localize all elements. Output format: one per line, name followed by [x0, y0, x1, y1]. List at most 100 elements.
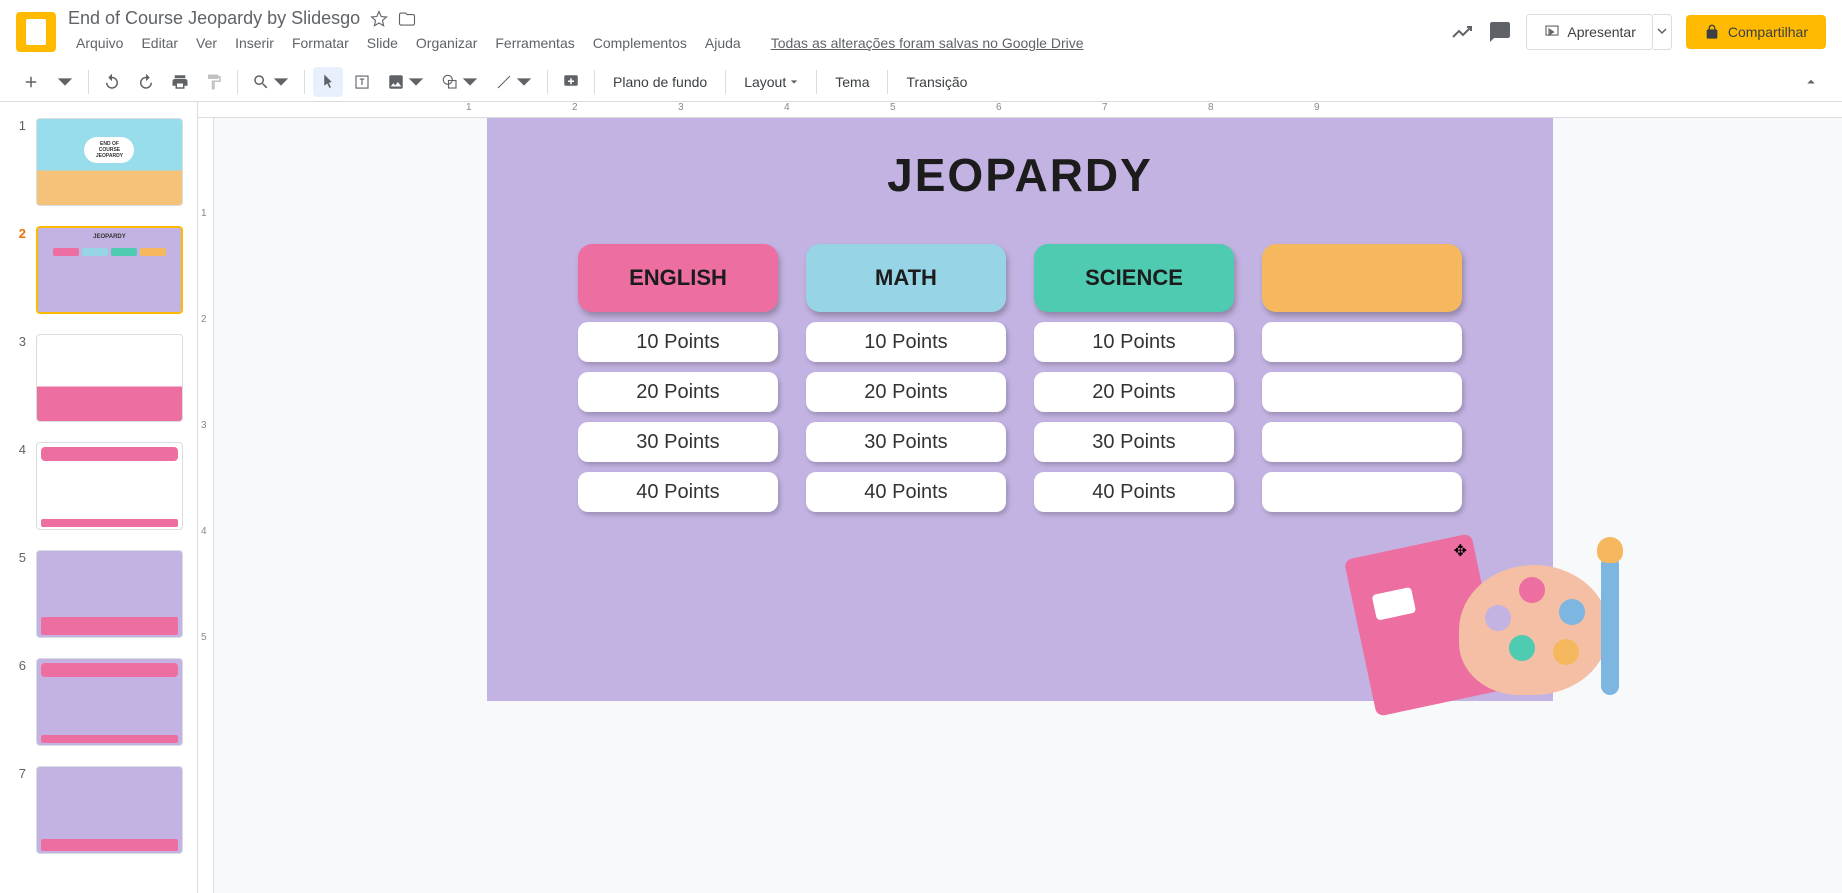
point-cell[interactable]: 30 Points — [578, 422, 778, 462]
point-cell[interactable]: 40 Points — [806, 472, 1006, 512]
point-cell[interactable]: 10 Points — [1034, 322, 1234, 362]
point-cell[interactable] — [1262, 372, 1462, 412]
ruler-tick: 3 — [201, 420, 207, 431]
menu-organizar[interactable]: Organizar — [408, 31, 485, 55]
ruler-horizontal[interactable]: 1 2 3 4 5 6 7 8 9 — [198, 102, 1842, 118]
point-cell[interactable] — [1262, 322, 1462, 362]
undo-button[interactable] — [97, 67, 127, 97]
thumbnail[interactable]: JEOPARDY — [36, 226, 183, 314]
new-slide-dropdown[interactable] — [50, 67, 80, 97]
point-cell[interactable]: 20 Points — [806, 372, 1006, 412]
ruler-tick: 1 — [201, 208, 207, 219]
separator — [237, 70, 238, 94]
thumb-number: 1 — [14, 118, 26, 133]
slide-thumbnails[interactable]: 1END OF COURSE JEOPARDY 2JEOPARDY 3 4 5 … — [0, 102, 198, 893]
point-cell[interactable]: 20 Points — [1034, 372, 1234, 412]
activity-icon[interactable] — [1450, 20, 1474, 44]
new-slide-button[interactable] — [16, 67, 46, 97]
decoration-image[interactable] — [1349, 535, 1609, 735]
category-header[interactable]: MATH — [806, 244, 1006, 312]
point-cell[interactable]: 20 Points — [578, 372, 778, 412]
thumbnail[interactable] — [36, 334, 183, 422]
thumb-row-5[interactable]: 5 — [0, 546, 197, 654]
slide-canvas[interactable]: JEOPARDY ENGLISH 10 Points 20 Points 30 … — [487, 118, 1553, 701]
thumb-row-4[interactable]: 4 — [0, 438, 197, 546]
document-title[interactable]: End of Course Jeopardy by Slidesgo — [68, 8, 360, 29]
transition-button[interactable]: Transição — [896, 68, 977, 96]
separator — [594, 70, 595, 94]
point-cell[interactable]: 40 Points — [1034, 472, 1234, 512]
menu-inserir[interactable]: Inserir — [227, 31, 282, 55]
thumb-row-3[interactable]: 3 — [0, 330, 197, 438]
category-header[interactable]: SCIENCE — [1034, 244, 1234, 312]
point-cell[interactable]: 30 Points — [806, 422, 1006, 462]
menu-ajuda[interactable]: Ajuda — [697, 31, 749, 55]
ruler-tick: 2 — [201, 314, 207, 325]
layout-label: Layout — [744, 74, 786, 90]
slides-logo-icon[interactable] — [16, 12, 56, 52]
menu-editar[interactable]: Editar — [133, 31, 186, 55]
menu-complementos[interactable]: Complementos — [585, 31, 695, 55]
thumbnail[interactable] — [36, 442, 183, 530]
star-icon[interactable] — [370, 10, 388, 28]
point-cell[interactable]: 30 Points — [1034, 422, 1234, 462]
separator — [816, 70, 817, 94]
thumb-row-2[interactable]: 2 JEOPARDY — [0, 222, 197, 330]
point-cell[interactable]: 10 Points — [806, 322, 1006, 362]
category-header[interactable] — [1262, 244, 1462, 312]
present-dropdown[interactable] — [1653, 14, 1672, 50]
menu-slide[interactable]: Slide — [359, 31, 406, 55]
canvas-area: 1 2 3 4 5 6 7 8 9 1 2 3 4 5 JEOPARDY ENG… — [198, 102, 1842, 893]
collapse-toolbar-button[interactable] — [1796, 67, 1826, 97]
thumb-row-7[interactable]: 7 — [0, 762, 197, 870]
thumbnail[interactable] — [36, 766, 183, 854]
thumb-row-1[interactable]: 1 END OF COURSE JEOPARDY — [0, 114, 197, 222]
comment-tool[interactable] — [556, 67, 586, 97]
thumbnail[interactable] — [36, 658, 183, 746]
point-cell[interactable] — [1262, 472, 1462, 512]
comments-icon[interactable] — [1488, 20, 1512, 44]
line-tool[interactable] — [489, 67, 539, 97]
workspace: 1END OF COURSE JEOPARDY 2JEOPARDY 3 4 5 … — [0, 102, 1842, 893]
play-icon — [1543, 23, 1561, 41]
ruler-tick: 3 — [678, 102, 684, 113]
zoom-button[interactable] — [246, 67, 296, 97]
theme-button[interactable]: Tema — [825, 68, 879, 96]
image-tool[interactable] — [381, 67, 431, 97]
point-cell[interactable]: 40 Points — [578, 472, 778, 512]
separator — [547, 70, 548, 94]
share-button[interactable]: Compartilhar — [1686, 15, 1826, 49]
column-science: SCIENCE 10 Points 20 Points 30 Points 40… — [1034, 244, 1234, 512]
ruler-tick: 7 — [1102, 102, 1108, 113]
separator — [304, 70, 305, 94]
textbox-tool[interactable] — [347, 67, 377, 97]
ruler-tick: 8 — [1208, 102, 1214, 113]
thumb-title: END OF COURSE JEOPARDY — [84, 137, 134, 163]
paint-format-button[interactable] — [199, 67, 229, 97]
thumb-number: 2 — [14, 226, 26, 241]
menu-arquivo[interactable]: Arquivo — [68, 31, 131, 55]
shape-tool[interactable] — [435, 67, 485, 97]
print-button[interactable] — [165, 67, 195, 97]
column-blank — [1262, 244, 1462, 512]
separator — [887, 70, 888, 94]
background-button[interactable]: Plano de fundo — [603, 68, 717, 96]
thumbnail[interactable]: END OF COURSE JEOPARDY — [36, 118, 183, 206]
drive-status[interactable]: Todas as alterações foram salvas no Goog… — [771, 35, 1084, 51]
move-folder-icon[interactable] — [398, 10, 416, 28]
category-header[interactable]: ENGLISH — [578, 244, 778, 312]
menu-formatar[interactable]: Formatar — [284, 31, 357, 55]
thumbnail[interactable] — [36, 550, 183, 638]
layout-button[interactable]: Layout — [734, 68, 808, 96]
present-button[interactable]: Apresentar — [1526, 14, 1652, 50]
thumb-row-6[interactable]: 6 — [0, 654, 197, 762]
menu-ver[interactable]: Ver — [188, 31, 225, 55]
present-label: Apresentar — [1567, 24, 1635, 40]
redo-button[interactable] — [131, 67, 161, 97]
slide-title[interactable]: JEOPARDY — [487, 118, 1553, 202]
point-cell[interactable]: 10 Points — [578, 322, 778, 362]
ruler-vertical[interactable]: 1 2 3 4 5 — [198, 118, 214, 893]
point-cell[interactable] — [1262, 422, 1462, 462]
menu-ferramentas[interactable]: Ferramentas — [487, 31, 582, 55]
select-tool[interactable] — [313, 67, 343, 97]
